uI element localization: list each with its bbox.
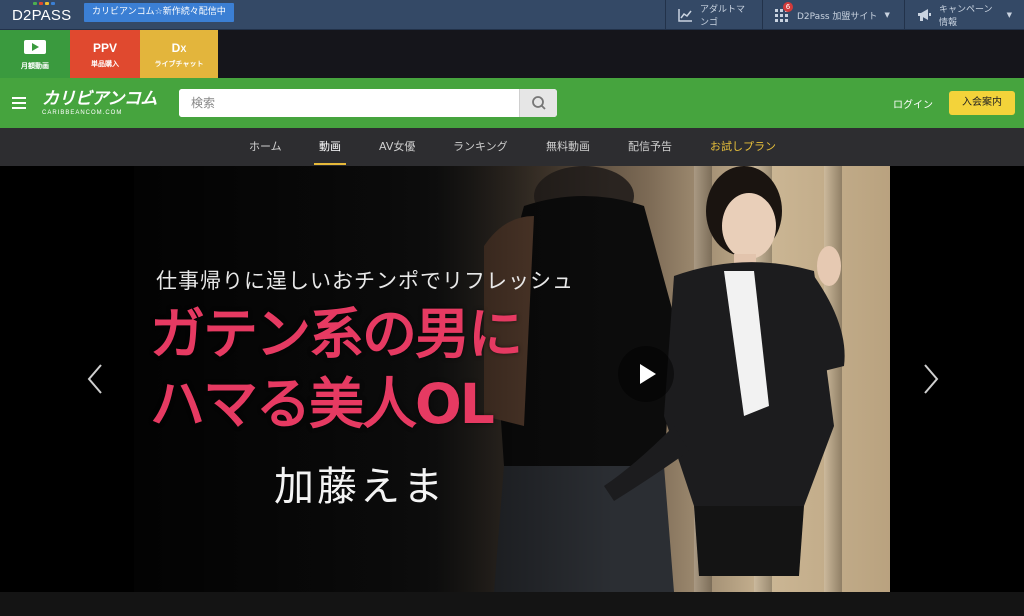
- banner-tagline: 仕事帰りに逞しいおチンポでリフレッシュ: [156, 269, 574, 293]
- chevron-right-icon[interactable]: [920, 362, 942, 396]
- search-icon: [532, 96, 546, 110]
- banner-actress-name: 加藤えま: [274, 464, 446, 510]
- adult-mango-link[interactable]: アダルトマンゴ: [665, 0, 762, 30]
- d2pass-sites-menu[interactable]: 6 D2Pass 加盟サイト ▼: [762, 0, 904, 30]
- tab-free-videos[interactable]: 無料動画: [546, 128, 590, 166]
- d2pass-menu: アダルトマンゴ 6 D2Pass 加盟サイト ▼ キャンペーン情報 ▼: [665, 0, 1024, 30]
- site-logo[interactable]: カリビアンコム CARIBBEANCOM.COM: [42, 90, 157, 117]
- main-nav: ホーム 動画 AV女優 ランキング 無料動画 配信予告 お試しプラン: [0, 128, 1024, 166]
- search-input[interactable]: [179, 89, 519, 117]
- tab-live-chat[interactable]: DX ライブチャット: [140, 30, 218, 78]
- chart-icon: [678, 8, 693, 22]
- news-badge[interactable]: カリビアンコム☆新作続々配信中: [84, 3, 234, 22]
- campaign-info-label: キャンペーン情報: [939, 5, 993, 28]
- chevron-left-icon[interactable]: [84, 362, 106, 396]
- d2pass-logo-text: D2PASS: [12, 6, 72, 24]
- play-icon: [24, 40, 46, 54]
- banner-headline-line2: ハマる美人OL: [150, 372, 495, 436]
- menu-icon[interactable]: [12, 97, 26, 109]
- tab-home[interactable]: ホーム: [249, 128, 282, 166]
- banner-headline-line1: ガテン系の男に: [150, 302, 523, 366]
- tab-monthly-video[interactable]: 月額動画: [0, 30, 70, 78]
- play-button[interactable]: [618, 346, 674, 402]
- site-logo-name: カリビアンコム: [42, 89, 157, 109]
- tab-ranking[interactable]: ランキング: [453, 128, 508, 166]
- login-link[interactable]: ログイン: [893, 96, 933, 111]
- site-header: カリビアンコム CARIBBEANCOM.COM ログイン 入会案内: [0, 78, 1024, 128]
- search-box: [179, 89, 557, 117]
- page-bottom: [0, 592, 1024, 616]
- d2pass-sites-label: D2Pass 加盟サイト: [797, 11, 878, 22]
- d2pass-logo[interactable]: D2PASS: [0, 0, 82, 30]
- adult-mango-label: アダルトマンゴ: [700, 5, 746, 28]
- grid-icon: 6: [775, 2, 793, 22]
- service-tabs: 月額動画 PPV 単品購入 DX ライブチャット: [0, 30, 1024, 78]
- site-logo-domain: CARIBBEANCOM.COM: [42, 110, 123, 116]
- tab-trial-plan[interactable]: お試しプラン: [710, 128, 776, 166]
- megaphone-icon: [917, 8, 932, 22]
- tab-videos[interactable]: 動画: [314, 128, 346, 166]
- join-button[interactable]: 入会案内: [949, 91, 1015, 115]
- tab-upcoming[interactable]: 配信予告: [628, 128, 672, 166]
- chevron-down-icon: ▼: [884, 11, 890, 19]
- tab-ppv-title: PPV: [92, 41, 117, 55]
- dx-logo-icon: DX: [171, 41, 187, 55]
- tab-ppv[interactable]: PPV 単品購入: [70, 30, 140, 78]
- tab-ppv-label: 単品購入: [91, 60, 119, 68]
- chevron-down-icon: ▼: [1006, 11, 1012, 19]
- tab-live-chat-label: ライブチャット: [154, 60, 204, 68]
- logo-dots: [33, 1, 55, 5]
- search-button[interactable]: [519, 89, 557, 117]
- hero-banner[interactable]: 仕事帰りに逞しいおチンポでリフレッシュ ガテン系の男に ハマる美人OL 加藤えま: [134, 166, 890, 592]
- tab-av-actresses[interactable]: AV女優: [379, 128, 415, 166]
- tab-monthly-video-label: 月額動画: [21, 62, 49, 70]
- d2pass-bar: D2PASS カリビアンコム☆新作続々配信中 アダルトマンゴ 6 D2Pass …: [0, 0, 1024, 30]
- campaign-info-menu[interactable]: キャンペーン情報 ▼: [904, 0, 1024, 30]
- notification-badge: 6: [783, 2, 793, 12]
- hero-carousel: 仕事帰りに逞しいおチンポでリフレッシュ ガテン系の男に ハマる美人OL 加藤えま: [0, 166, 1024, 592]
